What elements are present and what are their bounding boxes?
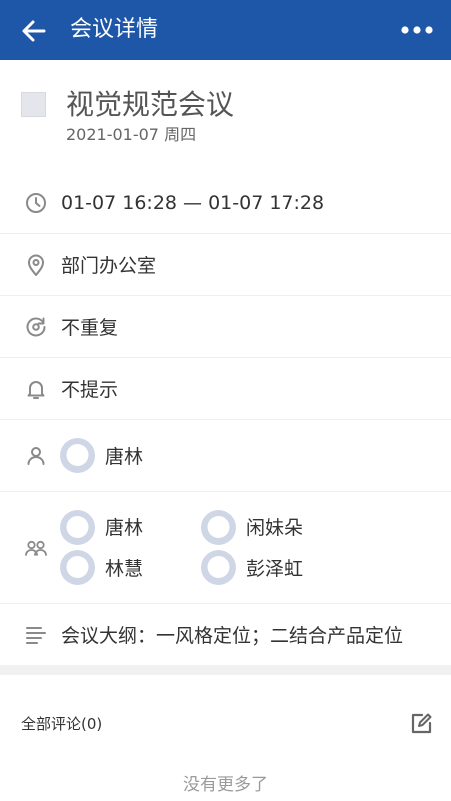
participant-name: 彭泽虹: [246, 558, 304, 580]
repeat-row: 不重复: [0, 296, 451, 358]
avatar-placeholder-icon: [60, 550, 95, 585]
avatar-placeholder-icon: [60, 510, 95, 545]
reminder-row: 不提示: [0, 358, 451, 420]
location-pin-icon: [28, 254, 44, 276]
avatar-placeholder-icon: [201, 550, 236, 585]
app-header: 会议详情: [0, 0, 451, 60]
organizer-name: 唐林: [105, 446, 144, 468]
time-row: 01-07 16:28 — 01-07 17:28: [0, 172, 451, 234]
participants-row: 唐林 闲妹朵 林慧 彭泽虹: [0, 492, 451, 604]
outline-row: 会议大纲：一风格定位；二结合产品定位: [0, 604, 451, 665]
organizer-row: 唐林: [0, 420, 451, 492]
location-row: 部门办公室: [0, 234, 451, 296]
section-divider: [0, 665, 451, 675]
outline-text: 会议大纲：一风格定位；二结合产品定位: [61, 625, 404, 647]
avatar: [60, 550, 95, 585]
no-more-text: 没有更多了: [183, 775, 268, 795]
avatar-placeholder-icon: [60, 438, 95, 473]
repeat-text: 不重复: [61, 317, 119, 339]
arrow-left-icon[interactable]: [20, 17, 48, 45]
meeting-title: 视觉规范会议: [66, 88, 235, 121]
meeting-date: 2021-01-07 周四: [66, 125, 197, 144]
location-text: 部门办公室: [61, 255, 157, 277]
participant-name: 林慧: [105, 558, 144, 580]
group-icon: [25, 540, 47, 556]
avatar: [201, 510, 236, 545]
bell-icon: [27, 381, 45, 399]
avatar: [60, 510, 95, 545]
reminder-text: 不提示: [61, 379, 119, 401]
participant-name: 唐林: [105, 517, 144, 539]
outline-lines-icon: [26, 627, 46, 644]
avatar-placeholder-icon: [201, 510, 236, 545]
participant-name: 闲妹朵: [246, 517, 304, 539]
edit-icon[interactable]: [409, 712, 433, 736]
complete-checkbox[interactable]: [21, 92, 46, 117]
person-icon: [27, 447, 45, 465]
repeat-icon: [26, 317, 46, 337]
avatar: [201, 550, 236, 585]
page-title: 会议详情: [70, 17, 159, 42]
more-dots-icon[interactable]: [399, 18, 435, 42]
time-range: 01-07 16:28 — 01-07 17:28: [61, 192, 325, 214]
clock-icon: [26, 193, 46, 213]
avatar: [60, 438, 95, 473]
comments-label: 全部评论(0): [21, 715, 103, 733]
